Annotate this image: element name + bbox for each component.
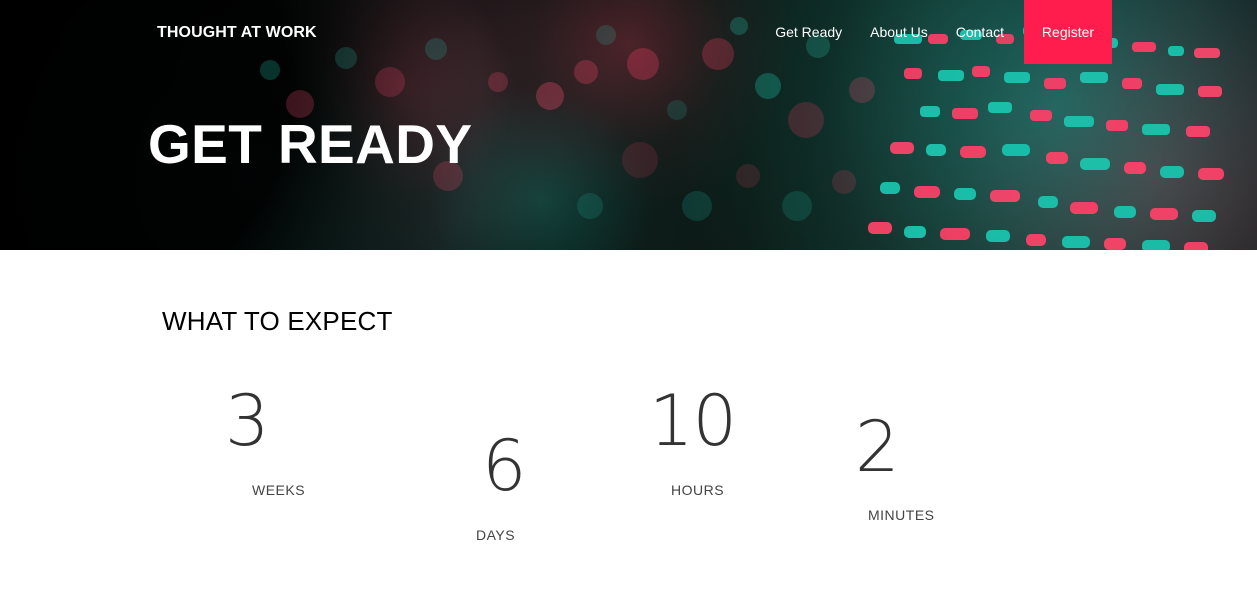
stat-hours-value: 10 — [649, 380, 737, 462]
stat-weeks: 3 WEEKS — [225, 382, 385, 542]
stat-minutes-value: 2 — [855, 406, 900, 488]
stat-days-label: DAYS — [476, 527, 516, 543]
main-content: WHAT TO EXPECT 3 WEEKS 6 DAYS 10 HOURS 2… — [0, 250, 1257, 590]
section-title: WHAT TO EXPECT — [162, 306, 393, 336]
stat-days: 6 DAYS — [474, 428, 634, 588]
hero-banner: THOUGHT AT WORK Get Ready About Us Conta… — [0, 0, 1257, 250]
stat-weeks-value: 3 — [225, 380, 270, 462]
nav-link-get-ready[interactable]: Get Ready — [775, 24, 842, 41]
stat-minutes-label: MINUTES — [868, 507, 935, 523]
hero-title: GET READY — [148, 113, 473, 175]
stat-days-value: 6 — [482, 425, 527, 507]
stat-weeks-label: WEEKS — [252, 482, 306, 498]
nav-link-about-us[interactable]: About Us — [870, 24, 928, 41]
stat-minutes: 2 MINUTES — [852, 408, 1012, 568]
stat-hours-label: HOURS — [671, 482, 725, 498]
top-navigation-bar: THOUGHT AT WORK Get Ready About Us Conta… — [0, 0, 1257, 64]
nav-link-contact[interactable]: Contact — [956, 24, 1004, 41]
register-button[interactable]: Register — [1024, 0, 1112, 64]
main-nav: Get Ready About Us Contact Register — [775, 0, 1112, 64]
site-brand-link[interactable]: THOUGHT AT WORK — [157, 24, 317, 42]
stat-hours: 10 HOURS — [648, 382, 808, 542]
